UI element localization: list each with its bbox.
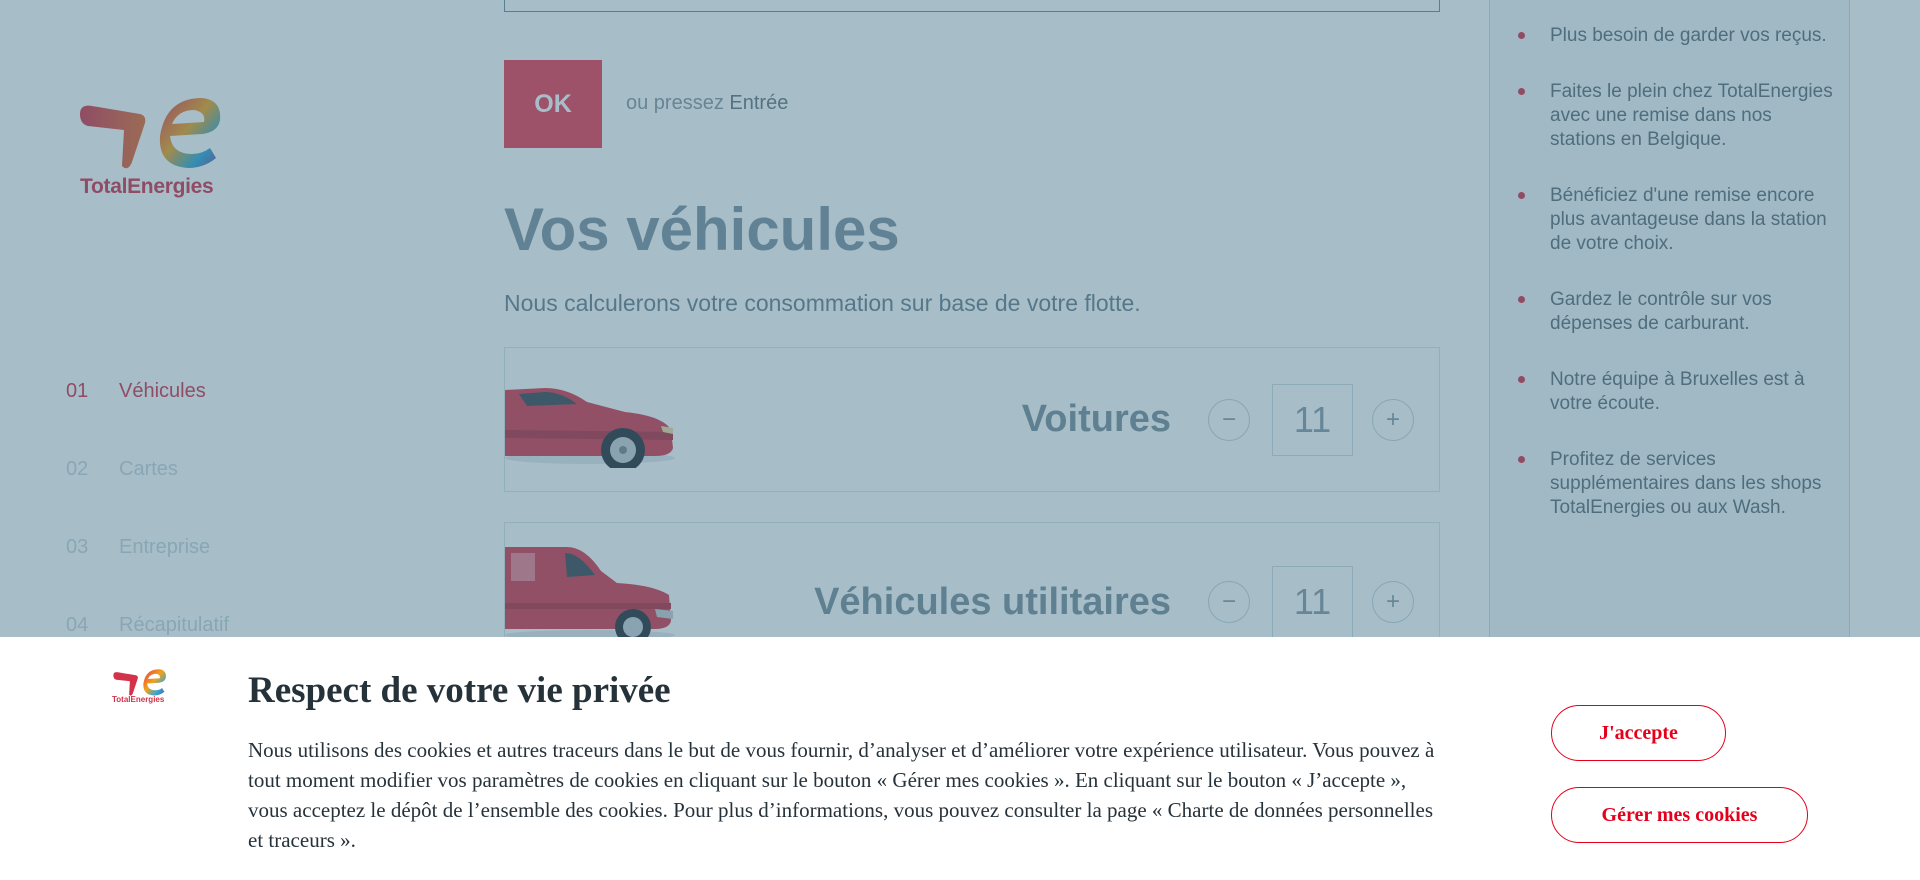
- cookie-text: Nous utilisons des cookies et autres tra…: [248, 738, 1435, 852]
- cookie-title: Respect de votre vie privée: [248, 670, 671, 711]
- cookie-banner: TotalEnergies Respect de votre vie privé…: [0, 637, 1920, 880]
- accept-cookies-button[interactable]: J'accepte: [1551, 705, 1726, 761]
- cookie-brand-name: TotalEnergies: [112, 695, 165, 704]
- manage-cookies-button[interactable]: Gérer mes cookies: [1551, 787, 1808, 843]
- modal-backdrop: [0, 0, 1920, 637]
